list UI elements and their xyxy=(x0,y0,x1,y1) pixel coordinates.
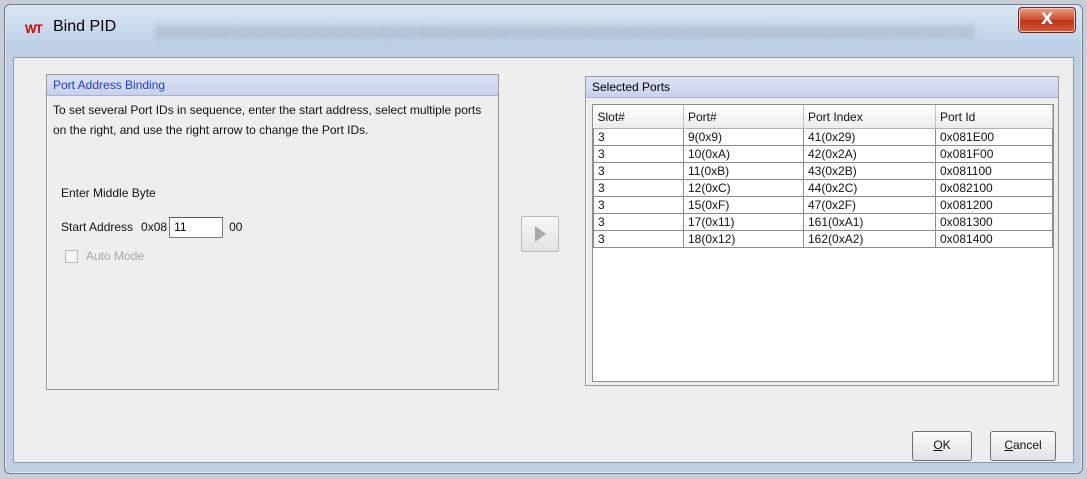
column-header-port-id[interactable]: Port Id xyxy=(935,105,1053,129)
auto-mode-checkbox[interactable] xyxy=(65,249,78,263)
cell-slot: 3 xyxy=(593,196,684,214)
bind-pid-dialog: WT Bind PID X Port Address Binding To se… xyxy=(4,4,1083,474)
cell-port-index: 44(0x2C) xyxy=(803,179,936,197)
table-header-row: Slot# Port# Port Index Port Id xyxy=(593,105,1053,129)
cell-port: 9(0x9) xyxy=(683,128,804,146)
column-header-port[interactable]: Port# xyxy=(683,105,804,129)
blurred-background-bar xyxy=(155,25,975,39)
cell-port: 15(0xF) xyxy=(683,196,804,214)
auto-mode-row: Auto Mode xyxy=(65,249,144,263)
cell-slot: 3 xyxy=(593,128,684,146)
table-row[interactable]: 3 11(0xB) 43(0x2B) 0x081100 xyxy=(593,162,1053,180)
cell-port-index: 43(0x2B) xyxy=(803,162,936,180)
cell-port-index: 42(0x2A) xyxy=(803,145,936,163)
cancel-button[interactable]: Cancel xyxy=(990,431,1056,461)
cell-port-index: 161(0xA1) xyxy=(803,213,936,231)
cell-slot: 3 xyxy=(593,162,684,180)
table-row[interactable]: 3 10(0xA) 42(0x2A) 0x081F00 xyxy=(593,145,1053,163)
cell-port-id: 0x081200 xyxy=(935,196,1053,214)
dialog-body: Port Address Binding To set several Port… xyxy=(13,57,1074,463)
table-row[interactable]: 3 18(0x12) 162(0xA2) 0x081400 xyxy=(593,230,1053,248)
auto-mode-label: Auto Mode xyxy=(86,249,145,263)
column-header-slot[interactable]: Slot# xyxy=(593,105,684,129)
selected-ports-panel: Selected Ports Slot# Port# Port Index Po… xyxy=(585,76,1059,386)
cell-port: 18(0x12) xyxy=(683,230,804,248)
ok-mnemonic: O xyxy=(933,438,943,452)
app-logo-icon: WT xyxy=(25,22,43,36)
middle-byte-label: Enter Middle Byte xyxy=(61,186,156,200)
apply-arrow-button[interactable] xyxy=(521,216,559,252)
cell-port-id: 0x081400 xyxy=(935,230,1053,248)
cell-port: 12(0xC) xyxy=(683,179,804,197)
port-address-binding-panel: Port Address Binding To set several Port… xyxy=(46,74,499,390)
start-address-row: Start Address 0x08 00 xyxy=(61,215,242,239)
table-row[interactable]: 3 9(0x9) 41(0x29) 0x081E00 xyxy=(593,128,1053,146)
panel-header: Selected Ports xyxy=(586,77,1058,98)
cell-port: 17(0x11) xyxy=(683,213,804,231)
column-header-port-index[interactable]: Port Index xyxy=(803,105,936,129)
instructions-text: To set several Port IDs in sequence, ent… xyxy=(53,103,482,137)
cell-port-id: 0x082100 xyxy=(935,179,1053,197)
table-row[interactable]: 3 15(0xF) 47(0x2F) 0x081200 xyxy=(593,196,1053,214)
title-bar: WT Bind PID X xyxy=(5,5,1082,49)
cell-slot: 3 xyxy=(593,179,684,197)
right-arrow-icon xyxy=(535,226,546,242)
panel-header: Port Address Binding xyxy=(47,75,498,96)
address-suffix: 00 xyxy=(229,220,243,234)
cell-port-index: 47(0x2F) xyxy=(803,196,936,214)
ports-table-container[interactable]: Slot# Port# Port Index Port Id 3 9(0x9) … xyxy=(592,104,1054,382)
ok-label-rest: K xyxy=(942,438,951,452)
window-title: Bind PID xyxy=(53,18,117,35)
address-prefix: 0x08 xyxy=(141,220,168,234)
start-address-input[interactable] xyxy=(169,216,224,238)
cell-port-index: 162(0xA2) xyxy=(803,230,936,248)
cell-slot: 3 xyxy=(593,145,684,163)
close-button[interactable]: X xyxy=(1018,7,1076,33)
cell-port-id: 0x081300 xyxy=(935,213,1053,231)
cell-slot: 3 xyxy=(593,230,684,248)
table-row[interactable]: 3 17(0x11) 161(0xA1) 0x081300 xyxy=(593,213,1053,231)
cancel-mnemonic: C xyxy=(1004,438,1013,452)
cell-port: 10(0xA) xyxy=(683,145,804,163)
cell-port: 11(0xB) xyxy=(683,162,804,180)
cell-port-id: 0x081100 xyxy=(935,162,1053,180)
cell-slot: 3 xyxy=(593,213,684,231)
ok-button[interactable]: OK xyxy=(912,431,972,461)
cell-port-id: 0x081F00 xyxy=(935,145,1053,163)
ports-table: Slot# Port# Port Index Port Id 3 9(0x9) … xyxy=(593,105,1053,248)
table-row[interactable]: 3 12(0xC) 44(0x2C) 0x082100 xyxy=(593,179,1053,197)
start-address-label: Start Address xyxy=(61,220,134,234)
cell-port-id: 0x081E00 xyxy=(935,128,1053,146)
cancel-label-rest: ancel xyxy=(1012,438,1042,452)
cell-port-index: 41(0x29) xyxy=(803,128,936,146)
